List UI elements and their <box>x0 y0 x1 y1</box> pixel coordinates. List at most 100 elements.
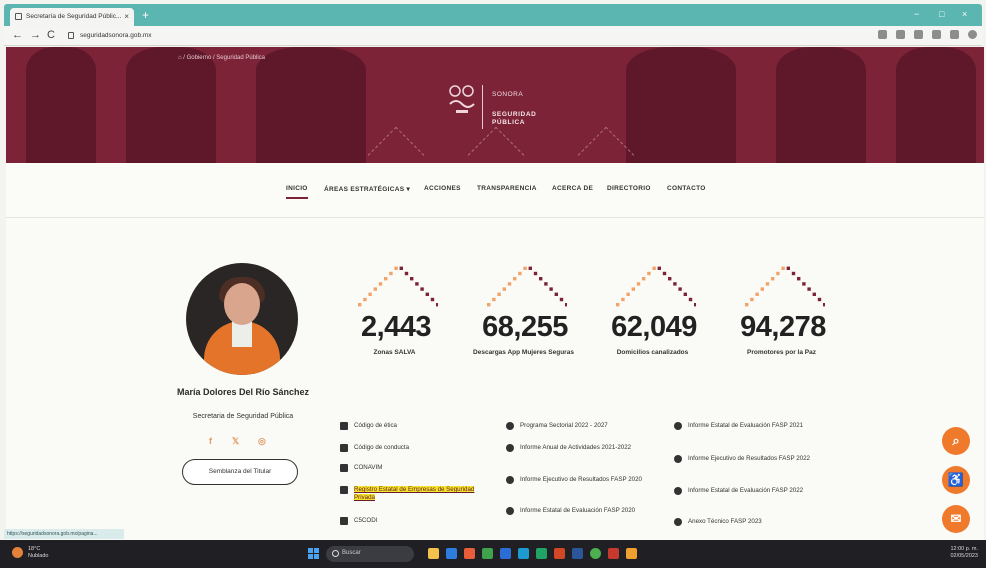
document-link[interactable]: Informe Anual de Actividades 2021-2022 <box>506 444 666 452</box>
weather-temp: 18°C <box>28 546 41 552</box>
official-portrait <box>186 263 298 375</box>
nav-item-contacto[interactable]: CONTACTO <box>667 185 706 192</box>
document-link[interactable]: Código de conducta <box>340 444 490 452</box>
app-icon[interactable] <box>464 548 475 559</box>
nav-item-inicio[interactable]: INICIO <box>286 185 308 199</box>
document-link[interactable]: Informe Estatal de Evaluación FASP 2021 <box>674 422 824 430</box>
stat-value: 68,255 <box>482 311 568 343</box>
document-icon <box>340 486 348 494</box>
twitter-icon[interactable]: 𝕏 <box>232 436 239 447</box>
share-icon[interactable] <box>896 30 905 39</box>
globe-icon <box>506 422 514 430</box>
stat-chevron-icon <box>487 266 567 307</box>
file-explorer-icon[interactable] <box>428 548 439 559</box>
stat-value: 2,443 <box>360 311 432 343</box>
nav-item-acerca-de[interactable]: ACERCA DE <box>552 185 593 192</box>
document-link[interactable]: CONAVIM <box>340 464 490 472</box>
app-icon[interactable] <box>626 548 637 559</box>
stat-chevron-icon <box>616 266 696 307</box>
stat-chevron-icon <box>745 266 825 307</box>
powerpoint-icon[interactable] <box>554 548 565 559</box>
group-icon <box>340 422 348 430</box>
screen: Secretaría de Seguridad Públic... × + − … <box>0 0 986 568</box>
document-link[interactable]: Anexo Técnico FASP 2023 <box>674 518 824 526</box>
lock-icon <box>68 32 74 39</box>
pdf-icon <box>674 487 682 495</box>
app-icon[interactable] <box>482 548 493 559</box>
document-link-highlighted[interactable]: Registro Estatal de Empresas de Segurida… <box>340 486 490 501</box>
tab-title: Secretaría de Seguridad Públic... <box>26 13 122 20</box>
stat-label: Descargas App Mujeres Seguras <box>473 349 574 356</box>
instagram-icon[interactable]: ◎ <box>258 436 266 447</box>
stat-card: 62,049 Domicilios canalizados <box>590 263 715 383</box>
close-window-icon[interactable]: × <box>962 9 967 19</box>
new-tab-icon[interactable]: + <box>142 8 149 22</box>
facebook-icon[interactable]: f <box>209 436 212 446</box>
edge-icon[interactable] <box>446 548 457 559</box>
nav-item-areas-estrategicas[interactable]: ÁREAS ESTRATÉGICAS ▾ <box>324 185 410 193</box>
official-role: Secretaria de Seguridad Pública <box>192 413 294 420</box>
weather-desc: Nublado <box>28 553 49 559</box>
browser-tab[interactable]: Secretaría de Seguridad Públic... × <box>10 8 134 26</box>
url-field[interactable]: seguridadsonora.gob.mx <box>66 29 866 43</box>
taskbar-search-input[interactable]: Buscar <box>326 546 414 562</box>
logo-agency-name: SEGURIDAD PÚBLICA <box>492 111 537 126</box>
search-icon[interactable]: ⌕ <box>942 427 970 455</box>
taskbar-search-label: Buscar <box>342 550 361 556</box>
official-name: María Dolores Del Río Sánchez <box>176 387 310 397</box>
document-link[interactable]: Informe Ejecutivo de Resultados FASP 202… <box>674 455 824 463</box>
forward-icon[interactable]: → <box>30 29 41 41</box>
windows-start-icon[interactable] <box>308 548 319 559</box>
breadcrumb[interactable]: ⌂ / Gobierno / Seguridad Pública <box>178 55 265 61</box>
browser-tab-bar: Secretaría de Seguridad Públic... × + − … <box>4 4 982 26</box>
accessibility-icon[interactable]: ♿ <box>942 466 970 494</box>
pdf-icon <box>674 422 682 430</box>
app-icon[interactable] <box>608 548 619 559</box>
feedback-icon[interactable]: ✉ <box>942 505 970 533</box>
url-text: seguridadsonora.gob.mx <box>80 32 152 39</box>
profile-avatar-icon[interactable] <box>968 30 977 39</box>
back-icon[interactable]: ← <box>12 29 23 41</box>
maximize-icon[interactable]: □ <box>939 9 944 19</box>
document-link[interactable]: Programa Sectorial 2022 - 2027 <box>506 422 666 430</box>
stat-card: 2,443 Zonas SALVA <box>332 263 457 383</box>
page-favicon-icon <box>15 13 22 20</box>
pdf-icon <box>674 518 682 526</box>
pdf-icon <box>506 476 514 484</box>
link-status-tooltip: https://seguridadsonora.gob.mx/pagina... <box>4 529 124 539</box>
minimize-icon[interactable]: − <box>914 9 919 19</box>
nav-item-acciones[interactable]: ACCIONES <box>424 185 461 192</box>
sidebar-icon[interactable] <box>950 30 959 39</box>
excel-icon[interactable] <box>536 548 547 559</box>
close-tab-icon[interactable]: × <box>124 12 129 21</box>
document-link[interactable]: Informe Estatal de Evaluación FASP 2022 <box>674 487 824 495</box>
weather-widget[interactable]: 18°C Nublado <box>12 546 49 560</box>
stat-chevron-icon <box>358 266 438 307</box>
app-icon[interactable] <box>500 548 511 559</box>
bookmark-star-icon[interactable] <box>932 30 941 39</box>
document-link[interactable]: C5CODI <box>340 517 490 525</box>
app-icon[interactable] <box>518 548 529 559</box>
stat-card: 94,278 Promotores por la Paz <box>719 263 844 383</box>
pdf-icon <box>506 507 514 515</box>
clock-date: 02/05/2023 <box>950 553 978 559</box>
system-tray-clock[interactable]: 12:00 p. m. 02/05/2023 <box>900 546 978 560</box>
hero-banner: ⌂ / Gobierno / Seguridad Pública SONORA … <box>6 47 984 163</box>
group-icon <box>340 444 348 452</box>
pdf-icon <box>506 444 514 452</box>
logo-state-name: SONORA <box>492 91 524 98</box>
semblanza-button[interactable]: Semblanza del Titular <box>182 459 298 485</box>
reload-icon[interactable]: C <box>47 29 55 41</box>
government-logo-icon <box>449 85 475 113</box>
word-icon[interactable] <box>572 548 583 559</box>
nav-item-directorio[interactable]: DIRECTORIO <box>607 185 651 192</box>
zoom-icon[interactable] <box>878 30 887 39</box>
stat-value: 94,278 <box>740 311 826 343</box>
document-link[interactable]: Código de ética <box>340 422 490 430</box>
document-link[interactable]: Informe Ejecutivo de Resultados FASP 202… <box>506 476 666 484</box>
document-link[interactable]: Informe Estatal de Evaluación FASP 2020 <box>506 507 666 515</box>
stat-value: 62,049 <box>611 311 697 343</box>
extension-icon[interactable] <box>914 30 923 39</box>
nav-item-transparencia[interactable]: TRANSPARENCIA <box>477 185 537 192</box>
chrome-icon[interactable] <box>590 548 601 559</box>
